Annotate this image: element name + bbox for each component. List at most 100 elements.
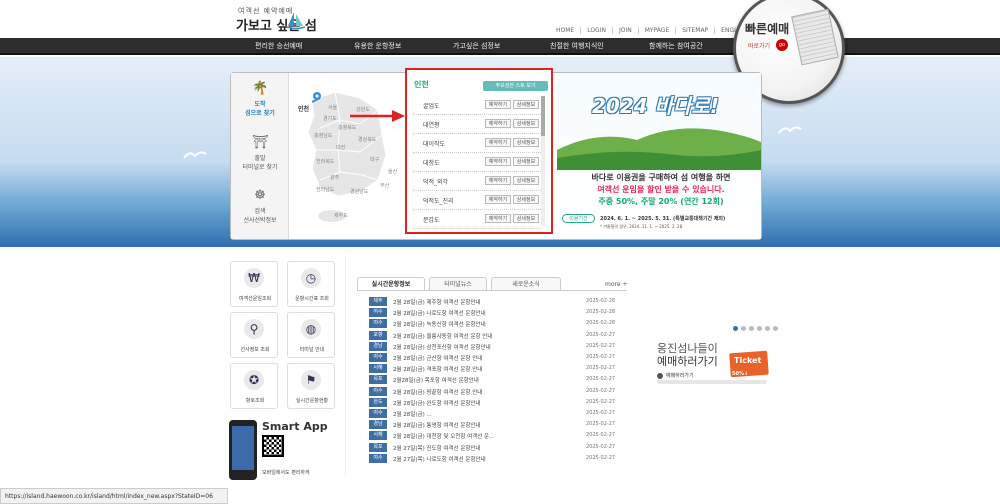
news-title[interactable]: 2월 28일(금) 울릉사동항 여객선 운항 안내	[393, 332, 492, 340]
map-label-busan[interactable]: 부산	[380, 182, 389, 189]
map-label-jeonnam[interactable]: 전라남도	[316, 186, 334, 193]
tab-search-by-operator[interactable]: ☸ 검색 선사선박정보	[231, 188, 289, 224]
news-title[interactable]: 2월 28일(금) 녹동신항 여객선 운항안내	[393, 320, 486, 328]
news-title[interactable]: 2월 28일(금) ...	[393, 410, 432, 418]
reserve-button[interactable]: 예약하기	[485, 157, 511, 166]
island-name[interactable]: 대이작도	[423, 139, 445, 148]
nav-item-booking[interactable]: 편리한 승선예매	[255, 41, 302, 51]
map-label-seoul[interactable]: 서울	[328, 104, 337, 111]
map-label-gyeongbuk[interactable]: 경상북도	[358, 136, 376, 143]
island-name[interactable]: 덕적_외각	[423, 177, 448, 186]
map-label-chungbuk[interactable]: 충청북도	[338, 124, 356, 131]
news-row[interactable]: 완도 2월 28일(금) 완도항 여객선 운항안내 2025-02-27	[369, 397, 634, 408]
fare-lookup-button[interactable]: ₩ 여객선운임조회	[230, 261, 278, 307]
news-row[interactable]: 여수 2월 27일(목) 나로도항 여객선 운항안내 2025-02-27	[369, 453, 634, 464]
util-login-link[interactable]: LOGIN	[580, 27, 612, 34]
detail-button[interactable]: 상세정보	[513, 214, 539, 223]
news-title[interactable]: 2월 28일(금) 삼천포신항 여객선 운항안내	[393, 343, 491, 351]
map-label-incheon[interactable]: 인천	[298, 104, 309, 113]
news-row[interactable]: 여수 2월 28일(금) 나로도항 여객선 운항안내 2025-02-28	[369, 308, 634, 318]
map-label-gyeonggi[interactable]: 경기도	[323, 115, 337, 122]
carousel-dot[interactable]	[741, 326, 746, 331]
news-title[interactable]: 2월 27일(목) 진도항 여객선 운항안내	[393, 444, 481, 452]
map-label-daegu[interactable]: 대구	[370, 156, 379, 163]
news-row[interactable]: 목포 2월28일(금) 목포항 여객선 운항안내 2025-02-27	[369, 375, 634, 385]
carousel-dot[interactable]	[757, 326, 762, 331]
tab-search-by-island[interactable]: 🌴 도착 섬으로 찾기	[231, 81, 289, 117]
map-label-ulsan[interactable]: 울산	[388, 168, 397, 175]
news-title[interactable]: 2월 28일(금) 완도항 여객선 운항안내	[393, 399, 481, 407]
island-name[interactable]: 문갑도	[423, 215, 440, 224]
util-mypage-link[interactable]: MYPAGE	[637, 27, 676, 34]
terminal-guide-button[interactable]: ◍ 터미널 안내	[287, 312, 335, 358]
news-title[interactable]: 2월 28일(금) 군산항 여객선 운항 안내	[393, 354, 482, 362]
carousel-dot[interactable]	[733, 326, 738, 331]
detail-button[interactable]: 상세정보	[513, 138, 539, 147]
map-label-chungnam[interactable]: 충청남도	[314, 132, 332, 139]
tab-new-notices[interactable]: 새로운소식	[491, 277, 561, 290]
carousel-dot[interactable]	[773, 326, 778, 331]
news-title[interactable]: 2월 28일(금) 제주항 여객선 운항안내	[393, 298, 481, 306]
news-row[interactable]: 여수 2월 28일(금) 땅끝항 여객선 운항 안내 2025-02-27	[369, 386, 634, 397]
nav-item-community[interactable]: 함께하는 참여공간	[649, 41, 703, 51]
news-row[interactable]: 제주 2월 28일(금) 제주항 여객선 운항안내 2025-02-28	[369, 297, 634, 307]
tab-terminal-news[interactable]: 터미널뉴스	[429, 277, 487, 290]
news-row[interactable]: 목포 2월 27일(목) 진도항 여객선 운항안내 2025-02-27	[369, 442, 634, 453]
tab-search-by-terminal[interactable]: ⛩ 출발 터미널로 찾기	[231, 135, 289, 171]
detail-button[interactable]: 상세정보	[513, 176, 539, 185]
news-row[interactable]: 포항 2월 28일(금) 울릉사동항 여객선 운항 안내 2025-02-27	[369, 330, 634, 341]
map-label-jeju[interactable]: 제주도	[334, 212, 348, 219]
nav-item-operation-info[interactable]: 유용한 운항정보	[354, 41, 401, 51]
island-name[interactable]: 굴업도	[423, 101, 440, 110]
view-all-islands-button[interactable]: 주요섬전 스토 보기	[483, 81, 548, 91]
news-title[interactable]: 2월28일(금) 목포항 여객선 운항안내	[393, 376, 479, 384]
detail-button[interactable]: 상세정보	[513, 195, 539, 204]
reserve-button[interactable]: 예약하기	[485, 176, 511, 185]
util-join-link[interactable]: JOIN	[611, 27, 638, 34]
news-row[interactable]: 여수 2월 28일(금) ... 2025-02-27	[369, 409, 634, 419]
island-name[interactable]: 대연평	[423, 120, 440, 129]
news-row[interactable]: 서해 2월 28일(금) 격포항 여객선 운항 안내 2025-02-27	[369, 364, 634, 374]
more-link[interactable]: more +	[605, 281, 627, 288]
news-row[interactable]: 경남 2월 28일(금) 통영항 여객선 운항안내 2025-02-27	[369, 420, 634, 430]
detail-button[interactable]: 상세정보	[513, 119, 539, 128]
realtime-status-button[interactable]: ⚑ 실시간운항현황	[287, 363, 335, 409]
detail-button[interactable]: 상세정보	[513, 100, 539, 109]
news-title[interactable]: 2월 28일(금) 땅끝항 여객선 운항 안내	[393, 388, 482, 396]
news-title[interactable]: 2월 28일(금) 나로도항 여객선 운항안내	[393, 309, 486, 317]
news-row[interactable]: 경남 2월 28일(금) 삼천포신항 여객선 운항안내 2025-02-27	[369, 341, 634, 352]
tab-realtime-operation[interactable]: 실시간운항정보	[357, 277, 425, 290]
carousel-dot[interactable]	[749, 326, 754, 331]
promo-go-link[interactable]: 예매하러가기	[666, 372, 694, 379]
reserve-button[interactable]: 예약하기	[485, 138, 511, 147]
route-lookup-button[interactable]: ✪ 항로조회	[230, 363, 278, 409]
smart-app-title[interactable]: Smart App	[262, 420, 328, 433]
quick-go-button[interactable]: go	[776, 39, 788, 51]
util-sitemap-link[interactable]: SITEMAP	[675, 27, 714, 34]
detail-button[interactable]: 상세정보	[513, 157, 539, 166]
news-row[interactable]: 여수 2월 28일(금) 군산항 여객선 운항 안내 2025-02-27	[369, 353, 634, 363]
reserve-button[interactable]: 예약하기	[485, 195, 511, 204]
list-scrollbar-thumb[interactable]	[541, 96, 545, 136]
operator-lookup-button[interactable]: ⚲ 선사정보 조회	[230, 312, 278, 358]
map-label-gyeongnam[interactable]: 경상남도	[350, 188, 368, 195]
reserve-button[interactable]: 예약하기	[485, 119, 511, 128]
timetable-lookup-button[interactable]: ◷ 운항시간표 조회	[287, 261, 335, 307]
reserve-button[interactable]: 예약하기	[485, 100, 511, 109]
util-home-link[interactable]: HOME	[550, 27, 580, 34]
map-label-daejeon[interactable]: 대전	[336, 144, 345, 151]
reserve-button[interactable]: 예약하기	[485, 214, 511, 223]
nav-item-travel-qa[interactable]: 친절한 여행지식인	[550, 41, 604, 51]
news-row[interactable]: 서해 2월 28일(금) 대천항 및 오천항 여객선 운... 2025-02-27	[369, 431, 634, 441]
news-title[interactable]: 2월 28일(금) 격포항 여객선 운항 안내	[393, 365, 482, 373]
news-title[interactable]: 2월 27일(목) 나로도항 여객선 운항안내	[393, 455, 486, 463]
nav-item-island-info[interactable]: 가고싶은 섬정보	[453, 41, 500, 51]
island-name[interactable]: 덕적도_진리	[423, 196, 454, 205]
carousel-dot[interactable]	[765, 326, 770, 331]
news-title[interactable]: 2월 28일(금) 대천항 및 오천항 여객선 운...	[393, 432, 494, 440]
news-title[interactable]: 2월 28일(금) 통영항 여객선 운항안내	[393, 421, 481, 429]
news-row[interactable]: 여수 2월 28일(금) 녹동신항 여객선 운항안내 2025-02-28	[369, 319, 634, 329]
korea-map[interactable]	[290, 80, 402, 232]
map-label-gwangju[interactable]: 광주	[330, 174, 339, 181]
island-name[interactable]: 대청도	[423, 158, 440, 167]
